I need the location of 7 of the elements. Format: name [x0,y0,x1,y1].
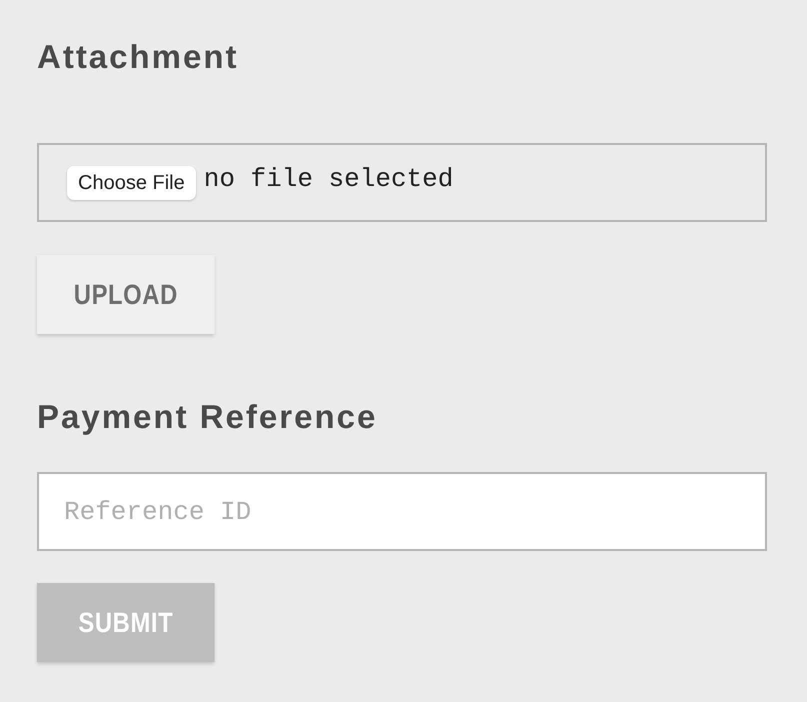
file-input-field[interactable]: Choose File no file selected [37,143,767,222]
choose-file-button[interactable]: Choose File [67,166,196,200]
section-title: Attachment [37,37,239,77]
reference-input-field[interactable]: Reference ID [37,472,767,551]
file-status: no file selected [204,163,454,196]
section-title: Payment Reference [37,397,378,437]
action-button[interactable]: UPLOAD [37,255,215,334]
